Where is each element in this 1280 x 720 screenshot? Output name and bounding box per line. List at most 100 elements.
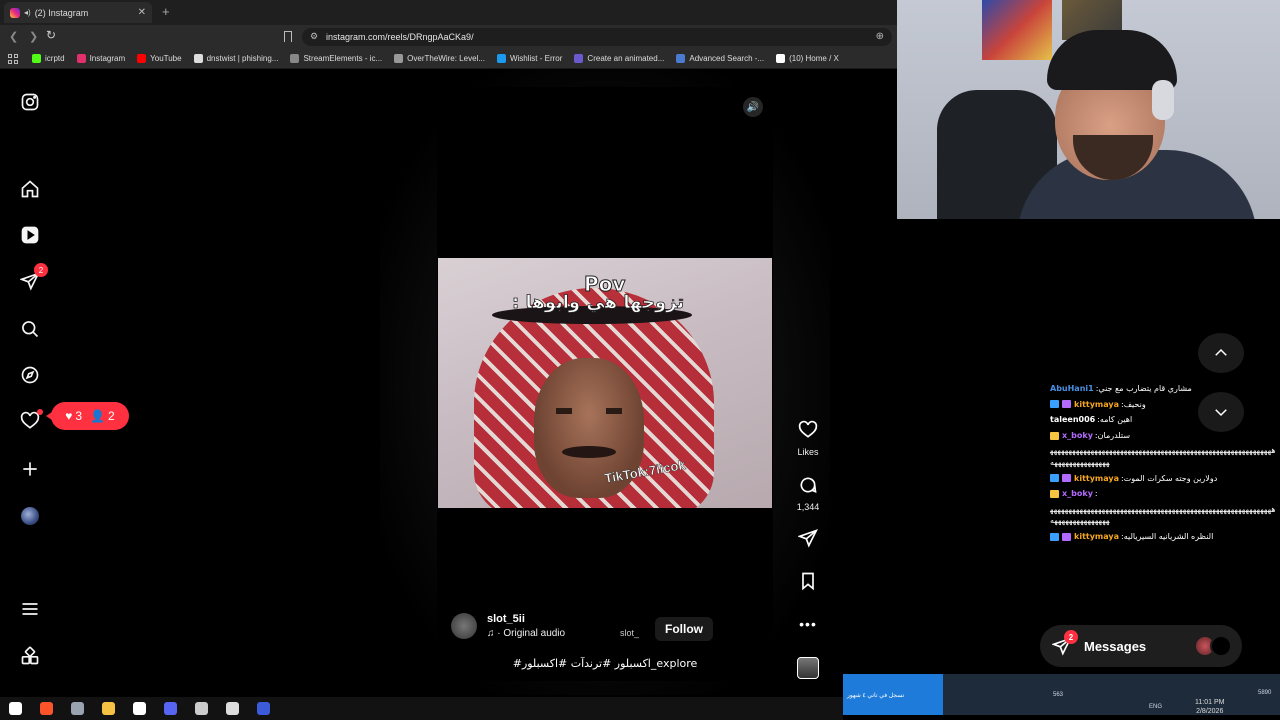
taskbar-obs-icon[interactable] bbox=[217, 697, 248, 720]
bookmark-item[interactable]: icrptd bbox=[32, 54, 65, 63]
taskbar-windows-icon[interactable] bbox=[0, 697, 31, 720]
activity-popup[interactable]: ♥ 3 👤 2 bbox=[46, 402, 129, 430]
bookmark-item[interactable]: StreamElements - ic... bbox=[290, 54, 382, 63]
bookmark-label: YouTube bbox=[150, 54, 182, 63]
taskbar-explorer-window-icon[interactable] bbox=[62, 697, 93, 720]
zoom-icon[interactable]: ⊕ bbox=[876, 31, 884, 42]
bookmark-label: Create an animated... bbox=[587, 54, 665, 63]
tab-close-icon[interactable]: ✕ bbox=[138, 7, 146, 18]
messages-badge: 2 bbox=[1064, 630, 1078, 644]
bookmark-item[interactable]: (10) Home / X bbox=[776, 54, 839, 63]
follow-button[interactable]: Follow bbox=[655, 617, 713, 641]
chat-username: taleen006 bbox=[1050, 415, 1096, 425]
taskbar-app-circle-icon[interactable] bbox=[186, 697, 217, 720]
bookmarks-bar: icrptd Instagram YouTube dnstwist | phishin… bbox=[0, 49, 897, 69]
more-options-icon[interactable]: ••• bbox=[793, 616, 823, 632]
chat-username: kittymaya bbox=[1074, 531, 1120, 541]
audio-thumbnail[interactable] bbox=[793, 657, 823, 679]
follows-count: 2 bbox=[108, 409, 115, 423]
bookmark-item[interactable]: Create an animated... bbox=[574, 54, 664, 63]
create-icon[interactable] bbox=[19, 458, 41, 480]
menu-icon[interactable] bbox=[19, 598, 41, 620]
bookmark-favicon-icon bbox=[193, 54, 203, 63]
home-icon[interactable] bbox=[19, 178, 41, 200]
chat-badge-icon bbox=[1050, 431, 1059, 440]
bookmark-item[interactable]: Wishlist - Error bbox=[496, 54, 562, 63]
notifications-badge: 2 bbox=[34, 263, 48, 277]
bookmark-favicon-icon bbox=[394, 54, 404, 63]
reel-player[interactable]: 🔊 Pov تزوجها هي وابوها : TikTok:7iicok s… bbox=[437, 87, 773, 681]
explore-icon[interactable] bbox=[19, 364, 41, 386]
browser-tab-instagram[interactable]: ◂) (2) Instagram ✕ bbox=[4, 2, 152, 23]
direct-messages-icon[interactable]: 2 bbox=[19, 263, 48, 292]
messages-button[interactable]: 2 Messages bbox=[1040, 625, 1242, 667]
new-tab-button[interactable]: + bbox=[162, 4, 170, 19]
chat-text: مشاري قام يتضارب مع جني bbox=[1098, 384, 1192, 393]
taskbar-file-explorer-icon[interactable] bbox=[93, 697, 124, 720]
clock-time: 11:01 PM bbox=[1195, 699, 1225, 706]
chat-message: AbuHani1: مشاري قام يتضارب مع جني bbox=[1050, 383, 1278, 395]
search-icon[interactable] bbox=[19, 318, 41, 340]
system-clock: 11:01 PM 2/8/2026 bbox=[1195, 698, 1224, 716]
original-audio[interactable]: ♫ · Original audio bbox=[487, 628, 565, 639]
comment-button[interactable]: 1,344 bbox=[793, 475, 823, 512]
bookmark-favicon-icon bbox=[76, 54, 86, 63]
audio-thumbnail-image bbox=[797, 657, 819, 679]
url-field[interactable]: ⚙ instagram.com/reels/DRngpAaCKa9/ ⊕ bbox=[302, 28, 892, 46]
bookmark-label: Advanced Search -... bbox=[689, 54, 765, 63]
chevron-up-icon bbox=[1215, 348, 1227, 356]
taskbar-store-icon[interactable] bbox=[124, 697, 155, 720]
author-username[interactable]: slot_5ii bbox=[487, 613, 565, 625]
bookmark-page-icon[interactable] bbox=[284, 31, 292, 42]
site-info-icon[interactable]: ⚙ bbox=[310, 31, 318, 42]
explorer-window-glyph bbox=[71, 702, 84, 715]
like-button[interactable]: Likes bbox=[793, 420, 823, 457]
stream-overlay-bar: تسجل في تاتي ٤ شهور 563 ENG 11:01 PM 2/8… bbox=[843, 674, 1280, 715]
taskbar-brave-icon[interactable] bbox=[31, 697, 62, 720]
bookmark-item[interactable]: YouTube bbox=[137, 54, 182, 63]
likes-heart-icon: ♥ bbox=[65, 409, 73, 423]
save-button[interactable] bbox=[793, 571, 823, 596]
url-text: instagram.com/reels/DRngpAaCKa9/ bbox=[326, 32, 474, 42]
reload-icon[interactable]: ↻ bbox=[46, 28, 56, 42]
discord-glyph bbox=[164, 702, 177, 715]
bookmark-favicon-icon bbox=[496, 54, 506, 63]
chat-username: x_boky bbox=[1062, 430, 1093, 440]
forward-icon[interactable]: ❯ bbox=[29, 30, 38, 43]
reel-author[interactable]: slot_5ii ♫ · Original audio bbox=[451, 613, 565, 639]
chat-text: النظره الشريانيه السيرياليه bbox=[1123, 531, 1214, 541]
apps-grid-icon[interactable] bbox=[8, 53, 18, 64]
bookmark-item[interactable]: Advanced Search -... bbox=[676, 54, 764, 63]
reels-icon[interactable] bbox=[19, 224, 41, 246]
taskbar-media-icon[interactable] bbox=[248, 697, 279, 720]
chat-message: x_boky: ستلدرمان bbox=[1050, 430, 1278, 442]
chat-username: AbuHani1 bbox=[1050, 384, 1094, 393]
media-glyph bbox=[257, 702, 270, 715]
bookmark-favicon-icon bbox=[137, 54, 147, 63]
reel-video-frame[interactable]: Pov تزوجها هي وابوها : TikTok:7iicok bbox=[438, 258, 772, 508]
author-avatar[interactable] bbox=[451, 613, 477, 639]
likes-count: 3 bbox=[75, 409, 83, 423]
bookmark-favicon-icon bbox=[676, 54, 686, 63]
instagram-logo-icon[interactable] bbox=[19, 91, 41, 113]
more-apps-icon[interactable] bbox=[19, 645, 41, 667]
heart-activity-icon[interactable] bbox=[19, 409, 43, 432]
stream-chat: AbuHani1: مشاري قام يتضارب مع جني kittyma… bbox=[1050, 383, 1278, 547]
bookmark-item[interactable]: dnstwist | phishing... bbox=[193, 54, 278, 63]
windows-glyph bbox=[9, 702, 22, 715]
bookmark-label: Instagram bbox=[89, 54, 126, 63]
previous-reel-button[interactable] bbox=[1198, 333, 1244, 373]
bookmark-favicon-icon bbox=[32, 54, 41, 63]
profile-icon[interactable] bbox=[19, 505, 41, 527]
stream-right-value: 5890 bbox=[1258, 690, 1272, 696]
share-button[interactable] bbox=[793, 528, 823, 553]
browser-tab-bar: ◂) (2) Instagram ✕ + bbox=[0, 0, 897, 25]
back-icon[interactable]: ❮ bbox=[9, 30, 18, 43]
reel-caption[interactable]: #اكسبلور #ترندآت #اكسبلور_explore bbox=[437, 657, 773, 670]
chat-separator: : bbox=[1094, 489, 1098, 499]
bookmark-item[interactable]: Instagram bbox=[76, 54, 126, 63]
bookmark-item[interactable]: OverTheWire: Level... bbox=[394, 54, 485, 63]
reel-overlay-subtitle: تزوجها هي وابوها : bbox=[512, 292, 685, 314]
volume-icon[interactable]: 🔊 bbox=[743, 97, 763, 117]
taskbar-discord-icon[interactable] bbox=[155, 697, 186, 720]
